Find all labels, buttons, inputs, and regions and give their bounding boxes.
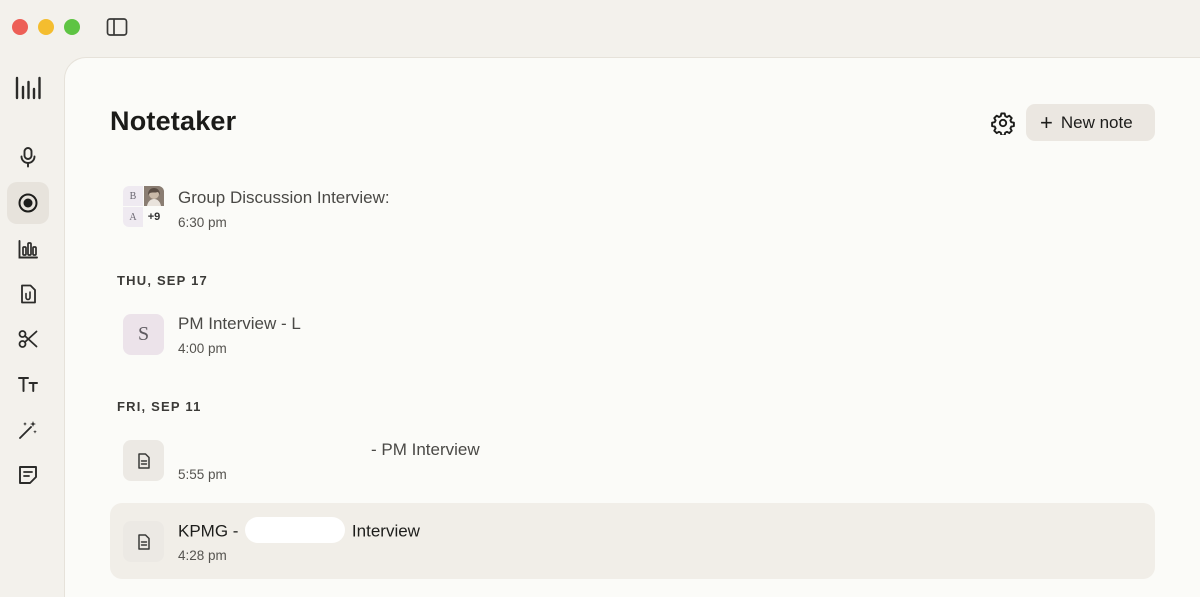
record-icon: [18, 193, 38, 213]
rail-item-record[interactable]: [7, 182, 49, 224]
note-title: Group Discussion Interview:: [178, 188, 390, 207]
sidebar-toggle-icon[interactable]: [106, 17, 128, 37]
app-logo-icon[interactable]: [14, 74, 42, 102]
date-header: FRI, SEP 11: [117, 399, 202, 414]
note-title-prefix: KPMG -: [178, 521, 239, 541]
list-item-note[interactable]: - PM Interview 5:55 pm: [110, 422, 1155, 498]
sticky-note-icon: [19, 466, 37, 484]
note-time: 6:30 pm: [178, 215, 227, 230]
gear-icon[interactable]: [991, 111, 1015, 135]
more-participants-count: +9: [147, 211, 161, 223]
person-photo-icon: [144, 186, 164, 206]
rail-item-attachments[interactable]: [7, 273, 49, 315]
rail-item-microphone[interactable]: [7, 136, 49, 178]
redacted-text: [245, 517, 346, 543]
title-bar: [0, 0, 1200, 56]
note-time: 4:00 pm: [178, 341, 227, 356]
left-rail: [0, 56, 64, 597]
note-document-badge: [123, 440, 164, 481]
rail-item-notes[interactable]: [7, 454, 49, 496]
main-panel: Notetaker + New note B A +9 Group Discus…: [64, 57, 1200, 597]
note-title-suffix: Interview: [351, 521, 420, 541]
close-window-button[interactable]: [12, 19, 28, 35]
participants-avatar-group: B A +9: [123, 186, 165, 228]
avatar-photo: [144, 186, 164, 206]
document-icon: [137, 533, 150, 550]
document-icon: [137, 452, 150, 469]
list-item-note[interactable]: B A +9 Group Discussion Interview: 6:30 …: [110, 170, 1155, 246]
rail-item-analytics[interactable]: [7, 228, 49, 270]
note-title: - PM Interview: [371, 440, 480, 459]
note-title: PM Interview - L: [178, 314, 301, 333]
scissors-icon: [18, 330, 38, 348]
date-header: THU, SEP 17: [117, 273, 208, 288]
rail-item-text[interactable]: [7, 363, 49, 405]
magic-wand-icon: [19, 421, 37, 439]
page-title: Notetaker: [110, 106, 237, 136]
plus-icon: +: [1040, 109, 1053, 135]
note-document-badge: [123, 521, 164, 562]
rail-item-clips[interactable]: [7, 318, 49, 360]
zoom-window-button[interactable]: [64, 19, 80, 35]
paperclip-document-icon: [21, 284, 36, 304]
minimize-window-button[interactable]: [38, 19, 54, 35]
list-item-note[interactable]: KPMG - Interview 4:28 pm: [110, 503, 1155, 579]
new-note-label: New note: [1060, 112, 1133, 132]
note-title: KPMG - Interview: [178, 517, 420, 543]
list-item-note[interactable]: S PM Interview - L 4:00 pm: [110, 296, 1155, 372]
note-time: 4:28 pm: [178, 548, 227, 563]
note-time: 5:55 pm: [178, 467, 227, 482]
rail-item-magic[interactable]: [7, 409, 49, 451]
bar-chart-icon: [18, 240, 38, 259]
avatar: A: [123, 207, 143, 227]
text-size-icon: [18, 377, 38, 392]
avatar: B: [123, 186, 143, 206]
note-letter-avatar: S: [123, 314, 164, 355]
microphone-icon: [20, 147, 36, 168]
new-note-button[interactable]: + New note: [1026, 104, 1155, 141]
